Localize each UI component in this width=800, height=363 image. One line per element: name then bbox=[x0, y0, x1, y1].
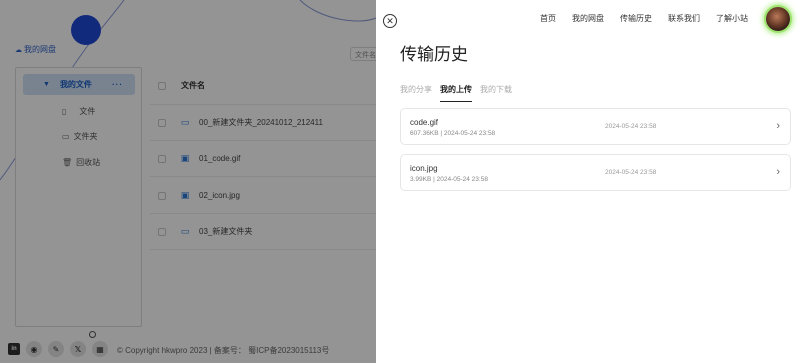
nav-transfer-history[interactable]: 传输历史 bbox=[620, 13, 652, 24]
record-meta: 607.36KB | 2024-05-24 23:58 bbox=[410, 130, 496, 137]
avatar[interactable] bbox=[766, 7, 790, 31]
chevron-right-icon[interactable]: › bbox=[776, 120, 780, 132]
modal-overlay[interactable] bbox=[0, 0, 376, 363]
upload-record[interactable]: code.gif 607.36KB | 2024-05-24 23:58 202… bbox=[400, 108, 791, 145]
nav-contact[interactable]: 联系我们 bbox=[668, 13, 700, 24]
tab-my-shares[interactable]: 我的分享 bbox=[400, 84, 432, 102]
record-time: 2024-05-24 23:58 bbox=[605, 123, 657, 130]
transfer-history-drawer: ✕ 首页 我的网盘 传输历史 联系我们 了解小站 传输历史 我的分享 我的上传 … bbox=[376, 0, 800, 363]
top-navigation: 首页 我的网盘 传输历史 联系我们 了解小站 bbox=[540, 13, 748, 24]
chevron-right-icon[interactable]: › bbox=[776, 166, 780, 178]
nav-home[interactable]: 首页 bbox=[540, 13, 556, 24]
record-file-name: icon.jpg bbox=[410, 164, 438, 173]
tab-my-downloads[interactable]: 我的下载 bbox=[480, 84, 512, 102]
nav-my-cloud[interactable]: 我的网盘 bbox=[572, 13, 604, 24]
history-tabs: 我的分享 我的上传 我的下载 bbox=[400, 84, 512, 102]
tab-my-uploads[interactable]: 我的上传 bbox=[440, 84, 472, 102]
record-time: 2024-05-24 23:58 bbox=[605, 169, 657, 176]
record-file-name: code.gif bbox=[410, 118, 439, 127]
nav-about[interactable]: 了解小站 bbox=[716, 13, 748, 24]
upload-record[interactable]: icon.jpg 3.99KB | 2024-05-24 23:58 2024-… bbox=[400, 154, 791, 191]
close-icon[interactable]: ✕ bbox=[383, 14, 397, 28]
page-title: 传输历史 bbox=[400, 45, 468, 64]
record-meta: 3.99KB | 2024-05-24 23:58 bbox=[410, 176, 488, 183]
